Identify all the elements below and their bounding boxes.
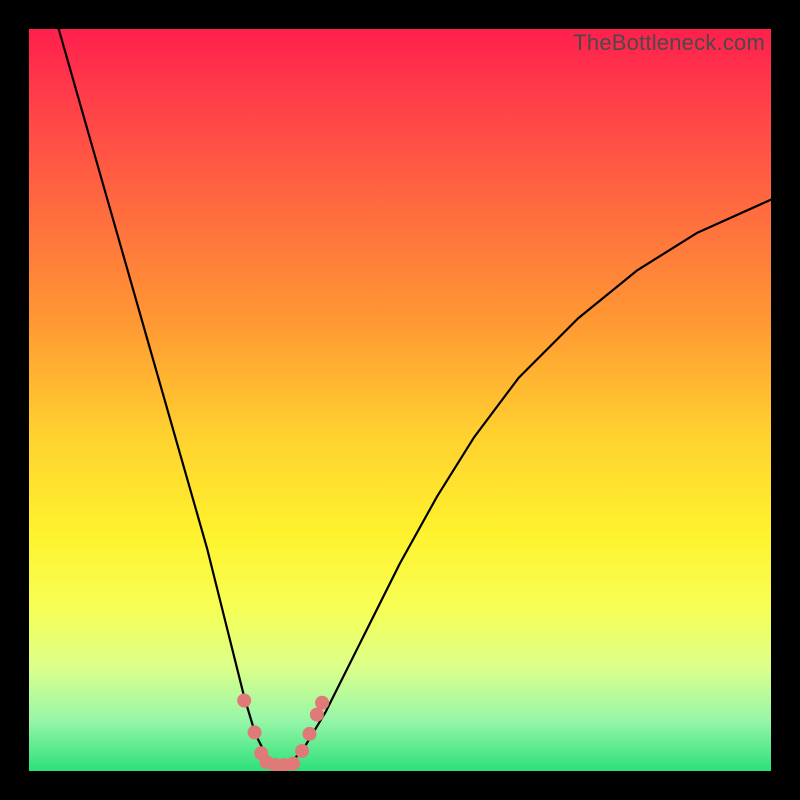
- curve-layer: [29, 29, 771, 771]
- highlight-dot: [286, 757, 300, 771]
- highlight-dot: [295, 744, 309, 758]
- highlight-dot: [302, 727, 316, 741]
- chart-frame: TheBottleneck.com: [0, 0, 800, 800]
- highlight-dots: [237, 694, 329, 771]
- highlight-dot: [315, 696, 329, 710]
- watermark-text: TheBottleneck.com: [573, 30, 765, 56]
- highlight-dot: [248, 725, 262, 739]
- plot-area: TheBottleneck.com: [29, 29, 771, 771]
- bottleneck-curve: [59, 29, 771, 767]
- highlight-dot: [237, 694, 251, 708]
